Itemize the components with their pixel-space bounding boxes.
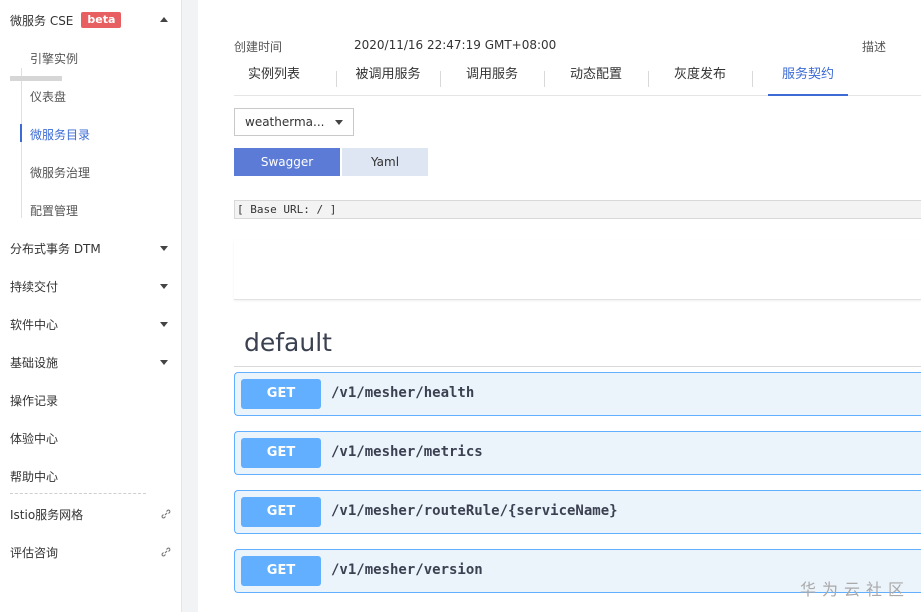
tab-instance-list[interactable]: 实例列表 <box>234 58 314 96</box>
sidebar-item-label: 分布式事务 DTM <box>10 241 101 256</box>
sidebar-item-help-center[interactable]: 帮助中心 <box>0 457 182 495</box>
tab-label: 灰度发布 <box>673 67 726 82</box>
tab-dynamic-config[interactable]: 动态配置 <box>544 58 648 96</box>
operation-path: /v1/mesher/health <box>331 385 475 401</box>
swagger-button[interactable]: Swagger <box>234 148 340 176</box>
sidebar-item-dtm[interactable]: 分布式事务 DTM <box>0 229 182 267</box>
chevron-down-icon <box>335 120 343 125</box>
operation-route-rule[interactable]: GET /v1/mesher/routeRule/{serviceName} <box>234 490 921 534</box>
service-select[interactable]: weatherma... <box>234 108 354 136</box>
sidebar-item-label: 持续交付 <box>10 279 59 294</box>
select-value: weatherma... <box>245 115 325 129</box>
sidebar-item-service-governance[interactable]: 微服务治理 <box>0 153 182 191</box>
sidebar-item-label: 微服务 CSE <box>10 13 74 28</box>
sidebar-item-label: 引擎实例 <box>30 51 79 66</box>
operation-metrics[interactable]: GET /v1/mesher/metrics <box>234 431 921 475</box>
sidebar-item-experience-center[interactable]: 体验中心 <box>0 419 182 457</box>
sidebar-item-engine-instance[interactable]: 引擎实例 <box>0 39 182 77</box>
tab-separator <box>752 71 753 87</box>
sidebar-item-label: 操作记录 <box>10 393 59 408</box>
watermark: 华为云社区 <box>800 580 911 599</box>
sidebar: 微服务 CSE beta 引擎实例 仪表盘 微服务目录 微服务治理 配置管理 分… <box>0 0 182 612</box>
created-time-value: 2020/11/16 22:47:19 GMT+08:00 <box>354 38 557 52</box>
tab-calling-services[interactable]: 调用服务 <box>440 58 544 96</box>
operation-path: /v1/mesher/version <box>331 562 483 578</box>
tab-label: 服务契约 <box>781 67 834 82</box>
tab-label: 实例列表 <box>247 67 300 82</box>
tab-label: 调用服务 <box>465 67 518 82</box>
chevron-down-icon <box>160 246 168 251</box>
sidebar-item-label: Istio服务网格 <box>10 507 84 522</box>
chevron-down-icon <box>160 360 168 365</box>
sidebar-item-dashboard[interactable]: 仪表盘 <box>0 77 182 115</box>
section-divider <box>234 366 921 367</box>
tab-called-services[interactable]: 被调用服务 <box>336 58 440 96</box>
sidebar-item-software-center[interactable]: 软件中心 <box>0 305 182 343</box>
sidebar-item-istio[interactable]: Istio服务网格 <box>0 495 182 533</box>
sidebar-item-label: 体验中心 <box>10 431 59 446</box>
sidebar-item-infrastructure[interactable]: 基础设施 <box>0 343 182 381</box>
tab-label: 被调用服务 <box>355 67 421 82</box>
beta-badge: beta <box>81 12 122 28</box>
sidebar-item-label: 仪表盘 <box>30 89 67 104</box>
tab-bar: 实例列表 被调用服务 调用服务 动态配置 灰度发布 服务契约 <box>234 58 921 96</box>
tab-service-contract[interactable]: 服务契约 <box>768 58 848 96</box>
sidebar-item-service-catalog[interactable]: 微服务目录 <box>0 115 182 153</box>
operation-health[interactable]: GET /v1/mesher/health <box>234 372 921 416</box>
divider <box>10 493 146 494</box>
sidebar-item-label: 软件中心 <box>10 317 59 332</box>
content-gutter <box>182 0 198 612</box>
yaml-button[interactable]: Yaml <box>342 148 428 176</box>
section-title[interactable]: default <box>244 328 332 357</box>
tab-label: 动态配置 <box>569 67 622 82</box>
sidebar-item-assessment[interactable]: 评估咨询 <box>0 533 182 571</box>
description-label: 描述 <box>862 40 887 54</box>
sidebar-item-label: 微服务目录 <box>30 127 91 142</box>
sidebar-item-cse[interactable]: 微服务 CSE beta <box>0 1 182 39</box>
sidebar-item-continuous-delivery[interactable]: 持续交付 <box>0 267 182 305</box>
method-badge: GET <box>241 379 321 409</box>
sidebar-item-label: 微服务治理 <box>30 165 91 180</box>
tab-gray-release[interactable]: 灰度发布 <box>648 58 752 96</box>
external-link-icon <box>161 547 171 557</box>
chevron-down-icon <box>160 322 168 327</box>
chevron-down-icon <box>160 284 168 289</box>
sidebar-item-operation-log[interactable]: 操作记录 <box>0 381 182 419</box>
sidebar-item-label: 配置管理 <box>30 203 79 218</box>
main-content: 创建时间 2020/11/16 22:47:19 GMT+08:00 描述 实例… <box>198 0 921 612</box>
method-badge: GET <box>241 497 321 527</box>
method-badge: GET <box>241 438 321 468</box>
sidebar-item-label: 帮助中心 <box>10 469 59 484</box>
operation-path: /v1/mesher/routeRule/{serviceName} <box>331 503 618 519</box>
info-box <box>234 240 921 300</box>
created-time-label: 创建时间 <box>234 40 283 54</box>
operation-path: /v1/mesher/metrics <box>331 444 483 460</box>
external-link-icon <box>161 509 171 519</box>
method-badge: GET <box>241 556 321 586</box>
sidebar-item-config-management[interactable]: 配置管理 <box>0 191 182 229</box>
sidebar-item-label: 基础设施 <box>10 355 59 370</box>
sidebar-item-label: 评估咨询 <box>10 545 59 560</box>
base-url: [ Base URL: / ] <box>234 200 921 219</box>
chevron-up-icon <box>160 17 168 22</box>
